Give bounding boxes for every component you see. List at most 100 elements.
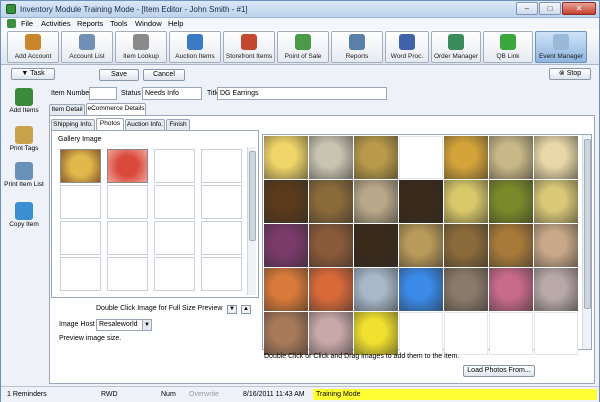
library-photo-thumb[interactable]	[264, 312, 308, 355]
tab-shipping-info[interactable]: Shipping Info.	[51, 119, 95, 130]
gallery-scrollbar[interactable]	[247, 147, 256, 295]
toolbar-order-manager-button[interactable]: Order Manager	[431, 31, 481, 63]
library-photo-thumb[interactable]	[444, 268, 488, 311]
minimize-button[interactable]: –	[516, 2, 538, 15]
menu-help[interactable]: Help	[168, 19, 183, 28]
load-photos-button[interactable]: Load Photos From...	[463, 365, 535, 377]
library-photo-thumb[interactable]	[354, 224, 398, 267]
gallery-empty-slot[interactable]	[107, 221, 148, 255]
toolbar-auction-items-button[interactable]: Auction Items	[169, 31, 221, 63]
library-photo-thumb[interactable]	[309, 312, 353, 355]
toolbar-item-lookup-button[interactable]: Item Lookup	[115, 31, 167, 63]
library-photo-thumb[interactable]	[534, 136, 578, 179]
library-photo-thumb[interactable]	[534, 224, 578, 267]
library-photo-thumb[interactable]	[309, 268, 353, 311]
library-scrollbar[interactable]	[582, 135, 591, 349]
title-field[interactable]: DG Earrings	[217, 87, 387, 100]
library-photo-thumb[interactable]	[309, 224, 353, 267]
library-photo-thumb[interactable]	[399, 180, 443, 223]
menu-app-icon[interactable]	[7, 19, 16, 28]
library-photo-thumb[interactable]	[489, 180, 533, 223]
library-photo-thumb[interactable]	[534, 180, 578, 223]
item-number-field[interactable]	[89, 87, 117, 100]
tab-item-detail[interactable]: Item Detail	[49, 104, 85, 115]
toolbar-word-proc-button[interactable]: Word Proc.	[385, 31, 429, 63]
library-photo-thumb[interactable]	[399, 136, 443, 179]
toolbar-event-manager-button[interactable]: Event Manager	[535, 31, 587, 63]
sidebar-item-add-items[interactable]: Add Items	[1, 88, 47, 114]
library-photo-thumb[interactable]	[264, 268, 308, 311]
stop-button[interactable]: ⊗ Stop	[549, 68, 591, 80]
tab-finish[interactable]: Finish	[166, 119, 190, 130]
library-photo-thumb[interactable]	[399, 268, 443, 311]
library-photo-thumb[interactable]	[534, 268, 578, 311]
menu-window[interactable]: Window	[135, 19, 162, 28]
menu-activities[interactable]: Activities	[41, 19, 71, 28]
gallery-empty-slot[interactable]	[60, 185, 101, 219]
toolbar-label: Order Manager	[433, 53, 479, 60]
library-photo-thumb[interactable]	[264, 224, 308, 267]
gallery-empty-slot[interactable]	[154, 257, 195, 291]
gallery-empty-slot[interactable]	[201, 257, 242, 291]
library-photo-thumb[interactable]	[309, 136, 353, 179]
library-photo-thumb[interactable]	[444, 180, 488, 223]
toolbar-qb-link-button[interactable]: QB Link	[483, 31, 533, 63]
tab-ecommerce-details[interactable]: eCommerce Details	[86, 103, 146, 115]
toolbar-account-list-button[interactable]: Account List	[61, 31, 113, 63]
toolbar-add-account-button[interactable]: Add Account	[7, 31, 59, 63]
gallery-empty-slot[interactable]	[60, 221, 101, 255]
library-photo-thumb[interactable]	[444, 224, 488, 267]
library-photo-thumb[interactable]	[354, 136, 398, 179]
sidebar-item-copy-item[interactable]: Copy Item	[1, 202, 47, 228]
library-photo-thumb[interactable]	[354, 180, 398, 223]
save-button[interactable]: Save	[99, 69, 139, 81]
status-field[interactable]: Needs Info	[142, 87, 202, 100]
library-photo-thumb[interactable]	[354, 268, 398, 311]
library-photo-thumb[interactable]	[534, 312, 578, 355]
gallery-thumb-red-garment[interactable]	[107, 149, 148, 183]
gallery-empty-slot[interactable]	[60, 257, 101, 291]
library-photo-thumb[interactable]	[489, 268, 533, 311]
cancel-button[interactable]: Cancel	[143, 69, 185, 81]
library-photo-thumb[interactable]	[489, 312, 533, 355]
gallery-scroll-thumb[interactable]	[249, 151, 256, 241]
gallery-empty-slot[interactable]	[154, 185, 195, 219]
gallery-empty-slot[interactable]	[107, 257, 148, 291]
maximize-button[interactable]: □	[539, 2, 561, 15]
library-photo-thumb[interactable]	[264, 180, 308, 223]
library-scroll-thumb[interactable]	[584, 139, 591, 309]
sidebar-item-print-tags[interactable]: Print Tags	[1, 126, 47, 152]
menu-file[interactable]: File	[21, 19, 33, 28]
sidebar-item-print-item-list[interactable]: Print Item List	[1, 162, 47, 188]
toolbar-storefront-items-button[interactable]: Storefront Items	[223, 31, 275, 63]
library-photo-thumb[interactable]	[354, 312, 398, 355]
gallery-thumb-ceramic-pot[interactable]	[60, 149, 101, 183]
storefront-icon	[241, 34, 257, 50]
move-up-button[interactable]: ▲	[241, 305, 251, 314]
gallery-empty-slot[interactable]	[201, 221, 242, 255]
gallery-empty-slot[interactable]	[201, 149, 242, 183]
toolbar-point-of-sale-button[interactable]: Point of Sale	[277, 31, 329, 63]
task-dropdown-button[interactable]: ▼ Task	[11, 68, 55, 80]
toolbar-reports-button[interactable]: Reports	[331, 31, 383, 63]
reminders-count[interactable]: 1 Reminders	[7, 391, 47, 398]
gallery-empty-slot[interactable]	[201, 185, 242, 219]
gallery-empty-slot[interactable]	[154, 149, 195, 183]
image-host-select[interactable]: Resaleworld ▼	[96, 319, 152, 331]
close-button[interactable]: ✕	[562, 2, 596, 15]
library-photo-thumb[interactable]	[399, 312, 443, 355]
tab-photos[interactable]: Photos	[96, 118, 124, 130]
library-photo-thumb[interactable]	[444, 136, 488, 179]
tab-auction-info[interactable]: Auction Info.	[125, 119, 165, 130]
menu-reports[interactable]: Reports	[77, 19, 103, 28]
library-photo-thumb[interactable]	[489, 224, 533, 267]
library-photo-thumb[interactable]	[444, 312, 488, 355]
library-photo-thumb[interactable]	[489, 136, 533, 179]
library-photo-thumb[interactable]	[264, 136, 308, 179]
library-photo-thumb[interactable]	[399, 224, 443, 267]
library-photo-thumb[interactable]	[309, 180, 353, 223]
gallery-empty-slot[interactable]	[154, 221, 195, 255]
menu-tools[interactable]: Tools	[110, 19, 128, 28]
move-down-button[interactable]: ▼	[227, 305, 237, 314]
gallery-empty-slot[interactable]	[107, 185, 148, 219]
